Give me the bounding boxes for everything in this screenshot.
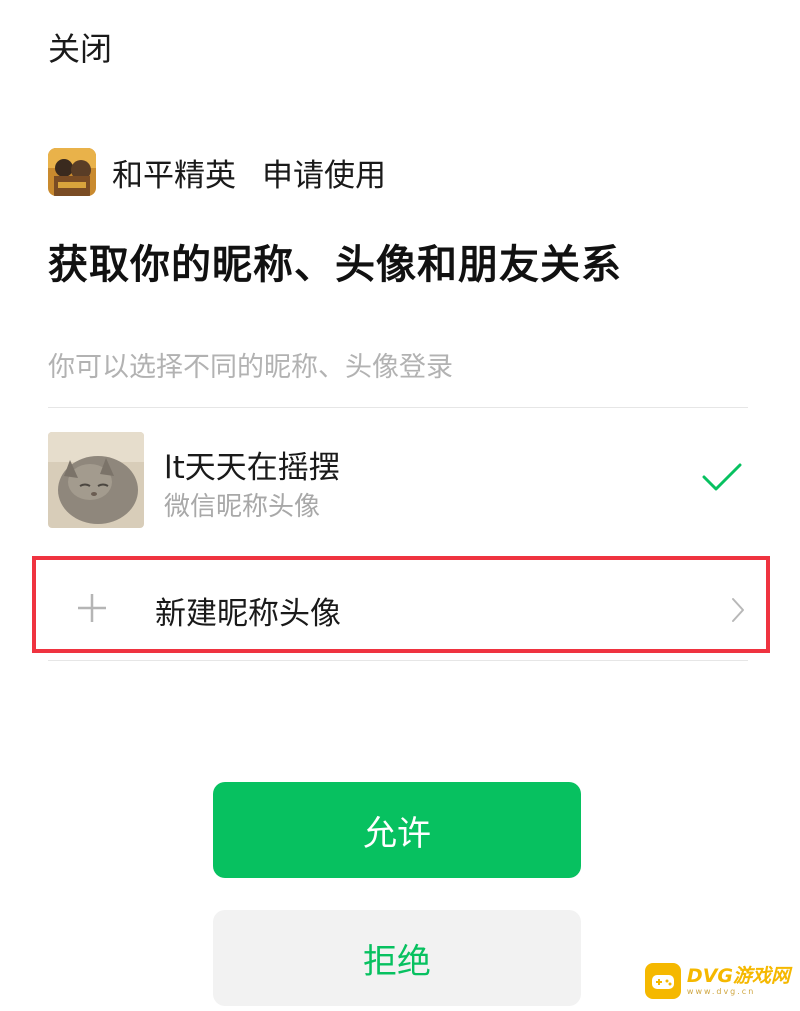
check-icon [702,462,742,492]
permission-title: 获取你的昵称、头像和朋友关系 [48,242,622,288]
watermark-domain: www.dvg.cn [686,986,756,996]
profile-option-wechat[interactable]: lt天天在摇摆 微信昵称头像 [48,432,748,528]
divider [48,407,748,408]
deny-button[interactable]: 拒绝 [213,910,581,1006]
annotation-highlight-box [32,556,770,653]
gamepad-icon [644,963,681,999]
allow-button[interactable]: 允许 [213,782,581,878]
profile-hint: 你可以选择不同的昵称、头像登录 [48,352,453,383]
authorization-page: 关闭 和平精英 申请使用 获取你的昵称、头像和朋友关系 你可以选择不同的昵称、头… [0,0,800,1011]
close-link[interactable]: 关闭 [48,24,112,70]
app-request-row: 和平精英 申请使用 [48,146,386,198]
avatar [48,432,144,528]
profile-nickname: lt天天在摇摆 [164,450,340,486]
profile-subtitle: 微信昵称头像 [164,492,321,522]
divider [48,660,748,661]
watermark: DVG游戏网 www.dvg.cn [644,963,790,999]
app-request-text: 申请使用 [262,157,386,194]
app-name: 和平精英 [112,157,236,194]
watermark-brand: DVG游戏网 [686,964,790,987]
game-icon [48,148,96,196]
